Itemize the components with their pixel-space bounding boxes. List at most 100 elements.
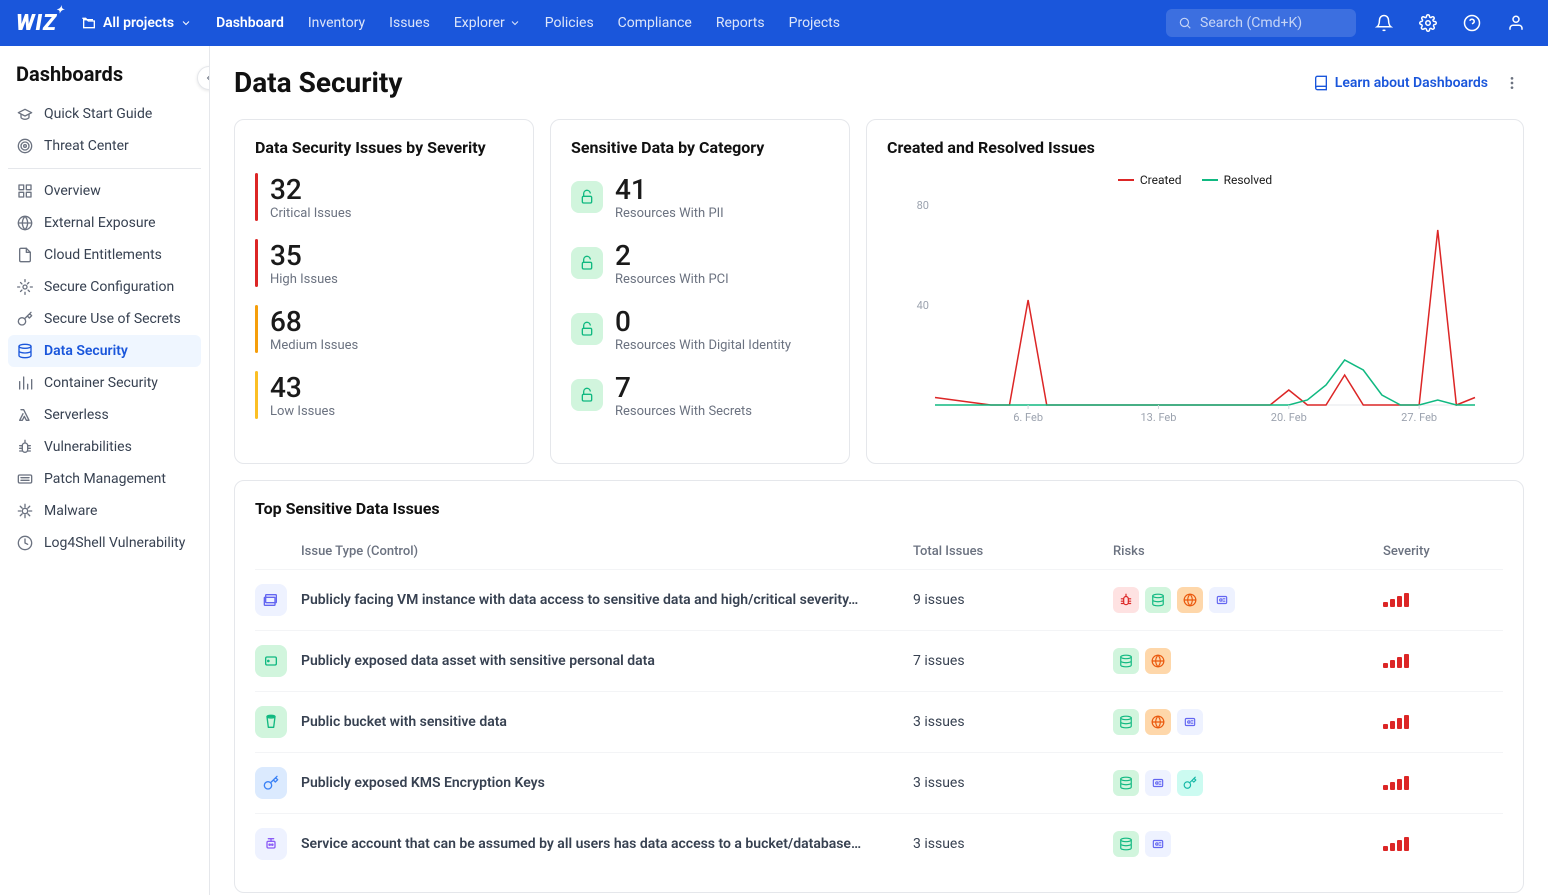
row-severity [1383,715,1503,729]
sidebar-item-label: Container Security [44,375,158,391]
sidebar-item-secure-use-of-secrets[interactable]: Secure Use of Secrets [8,303,201,335]
unlock-icon [571,379,603,411]
risk-chip-globe [1145,709,1171,735]
table-header: Issue Type (Control) Total Issues Risks … [255,534,1503,569]
nav-item-explorer[interactable]: Explorer [454,15,521,31]
sidebar-item-cloud-entitlements[interactable]: Cloud Entitlements [8,239,201,271]
risk-chip-id [1209,587,1235,613]
card-title: Created and Resolved Issues [887,138,1503,157]
help-button[interactable] [1456,7,1488,39]
risk-chip-db [1113,648,1139,674]
th-name: Issue Type (Control) [301,544,913,559]
unlock-icon [571,181,603,213]
severity-item-med[interactable]: 68Medium Issues [255,305,513,353]
row-type-icon [255,584,287,616]
category-label: Resources With Secrets [615,404,752,419]
sidebar-item-label: Data Security [44,343,128,359]
category-count: 0 [615,305,791,338]
nav-item-projects[interactable]: Projects [789,15,840,31]
severity-item-crit[interactable]: 32Critical Issues [255,173,513,221]
gear-icon [16,278,34,296]
topbar: WIZ✦ All projects Dashboard Inventory Issu… [0,0,1548,46]
sidebar-title: Dashboards [8,62,201,98]
search-box[interactable]: Search (Cmd+K) [1166,9,1356,37]
chevron-down-icon [509,17,521,29]
nav-item-compliance[interactable]: Compliance [618,15,692,31]
card-title: Data Security Issues by Severity [255,138,513,157]
category-label: Resources With PII [615,206,724,221]
risk-chip-id [1177,709,1203,735]
unlock-icon [571,247,603,279]
row-type-icon [255,645,287,677]
nav-item-issues[interactable]: Issues [389,15,430,31]
issues-table-card: Top Sensitive Data Issues Issue Type (Co… [234,480,1524,893]
sidebar-item-threat-center[interactable]: Threat Center [8,130,201,162]
learn-link[interactable]: Learn about Dashboards [1313,75,1488,91]
sidebar-item-vulnerabilities[interactable]: Vulnerabilities [8,431,201,463]
grid-icon [16,182,34,200]
risk-chip-globe [1145,648,1171,674]
sidebar-item-label: Cloud Entitlements [44,247,162,263]
severity-item-high[interactable]: 35High Issues [255,239,513,287]
severity-bar [255,305,258,353]
sidebar-item-malware[interactable]: Malware [8,495,201,527]
card-title: Top Sensitive Data Issues [255,499,1503,518]
virus-icon [16,502,34,520]
row-risks [1113,587,1383,613]
category-card: Sensitive Data by Category 41Resources W… [550,119,850,464]
sidebar-item-serverless[interactable]: Serverless [8,399,201,431]
risk-chip-db [1113,709,1139,735]
severity-item-low[interactable]: 43Low Issues [255,371,513,419]
sidebar-item-data-security[interactable]: Data Security [8,335,201,367]
sidebar-item-label: Malware [44,503,97,519]
nav-item-reports[interactable]: Reports [716,15,765,31]
bell-icon [1375,14,1393,32]
chart-legend: CreatedResolved [887,173,1503,187]
bars-icon [16,374,34,392]
table-row[interactable]: Service account that can be assumed by a… [255,813,1503,874]
severity-count: 35 [270,239,338,272]
notifications-button[interactable] [1368,7,1400,39]
user-button[interactable] [1500,7,1532,39]
sidebar-item-overview[interactable]: Overview [8,175,201,207]
chevron-left-icon [203,72,210,84]
table-row[interactable]: Publicly exposed KMS Encryption Keys3 is… [255,752,1503,813]
severity-bar [255,371,258,419]
bug-icon [16,438,34,456]
risk-chip-db [1113,831,1139,857]
row-type-icon [255,828,287,860]
category-item[interactable]: 7Resources With Secrets [571,371,829,419]
line-chart: 80406. Feb13. Feb20. Feb27. Feb [887,195,1503,425]
severity-bar [255,173,258,221]
sidebar-item-quick-start-guide[interactable]: Quick Start Guide [8,98,201,130]
row-total: 3 issues [913,836,1113,852]
sidebar-item-external-exposure[interactable]: External Exposure [8,207,201,239]
logo[interactable]: WIZ✦ [16,11,57,36]
more-menu-button[interactable] [1500,71,1524,95]
sidebar-item-secure-configuration[interactable]: Secure Configuration [8,271,201,303]
nav-item-dashboard[interactable]: Dashboard [216,15,284,31]
table-row[interactable]: Publicly facing VM instance with data ac… [255,569,1503,630]
category-item[interactable]: 41Resources With PII [571,173,829,221]
sidebar-item-container-security[interactable]: Container Security [8,367,201,399]
project-selector[interactable]: All projects [81,15,192,31]
topbar-right: Search (Cmd+K) [1166,7,1532,39]
row-severity [1383,654,1503,668]
sidebar-item-label: Quick Start Guide [44,106,152,122]
table-row[interactable]: Public bucket with sensitive data3 issue… [255,691,1503,752]
svg-text:40: 40 [917,299,929,312]
settings-button[interactable] [1412,7,1444,39]
sidebar-item-patch-management[interactable]: Patch Management [8,463,201,495]
table-row[interactable]: Publicly exposed data asset with sensiti… [255,630,1503,691]
nav-item-inventory[interactable]: Inventory [308,15,365,31]
category-item[interactable]: 0Resources With Digital Identity [571,305,829,353]
nav-items: Dashboard Inventory Issues Explorer Policie… [216,15,840,31]
target-icon [16,137,34,155]
category-item[interactable]: 2Resources With PCI [571,239,829,287]
row-name: Public bucket with sensitive data [301,714,913,730]
sidebar-item-log4shell-vulnerability[interactable]: Log4Shell Vulnerability [8,527,201,559]
severity-count: 68 [270,305,358,338]
nav-item-policies[interactable]: Policies [545,15,594,31]
risk-chip-globe [1177,587,1203,613]
row-total: 3 issues [913,714,1113,730]
